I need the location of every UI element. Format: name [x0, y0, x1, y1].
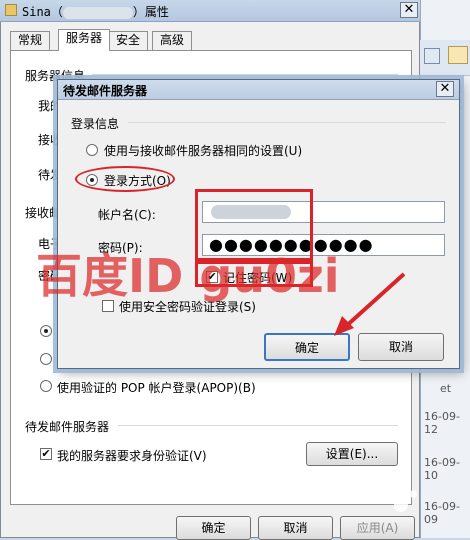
window-title: Sina（ ）属性	[22, 5, 169, 19]
apop-radio[interactable]	[40, 380, 52, 392]
mail-account-icon	[5, 4, 17, 16]
login-info-label: 登录信息	[71, 117, 120, 131]
tab-security[interactable]: 安全	[108, 31, 149, 50]
tab-servers[interactable]: 服务器	[58, 29, 111, 51]
settings-button[interactable]: 设置(E)...	[306, 442, 398, 466]
window-title-bar: Sina（ ）属性 ✕	[0, 0, 420, 22]
divider	[92, 74, 398, 75]
cancel-button[interactable]: 取消	[258, 516, 333, 540]
apply-button[interactable]: 应用(A)	[340, 516, 415, 540]
background-text: et	[440, 382, 452, 395]
annotation-arrow	[334, 272, 406, 336]
annotation-ellipse	[75, 166, 175, 192]
login-radio-2[interactable]	[40, 353, 52, 365]
divider	[118, 425, 398, 426]
tab-general[interactable]: 常规	[10, 31, 51, 50]
dialog-title: 待发邮件服务器	[63, 84, 148, 98]
partial-label: 接收邮	[25, 206, 62, 220]
dialog-close-icon[interactable]: ✕	[436, 81, 454, 97]
blurred-account-name	[62, 6, 133, 19]
background-date: 16-09-12	[424, 410, 460, 436]
baidu-logo	[384, 484, 418, 518]
apop-label: 使用验证的 POP 帐户登录(APOP)(B)	[57, 381, 256, 395]
calendar-icon[interactable]	[424, 48, 440, 64]
divider	[128, 122, 446, 123]
outgoing-server-label: 待发邮件服务器	[25, 420, 110, 434]
same-as-incoming-label: 使用与接收邮件服务器相同的设置(U)	[104, 144, 303, 158]
dialog-title-bar: 待发邮件服务器 ✕	[58, 80, 459, 100]
account-name-label: 帐户名(C):	[98, 208, 156, 222]
background-date: 16-09-10	[424, 456, 460, 482]
watermark-text: 百度ID gu0zi	[36, 249, 340, 303]
mail-icon[interactable]	[448, 46, 468, 64]
close-icon[interactable]: ✕	[400, 2, 418, 18]
same-as-incoming-radio[interactable]	[86, 144, 98, 156]
tab-advanced[interactable]: 高级	[152, 31, 193, 50]
requires-auth-label: 我的服务器要求身份验证(V)	[57, 449, 207, 463]
requires-auth-checkbox[interactable]: ✔	[40, 448, 52, 460]
background-date: 16-09-09	[424, 500, 460, 526]
login-radio-1[interactable]	[40, 325, 52, 337]
ok-button[interactable]: 确定	[176, 516, 251, 540]
